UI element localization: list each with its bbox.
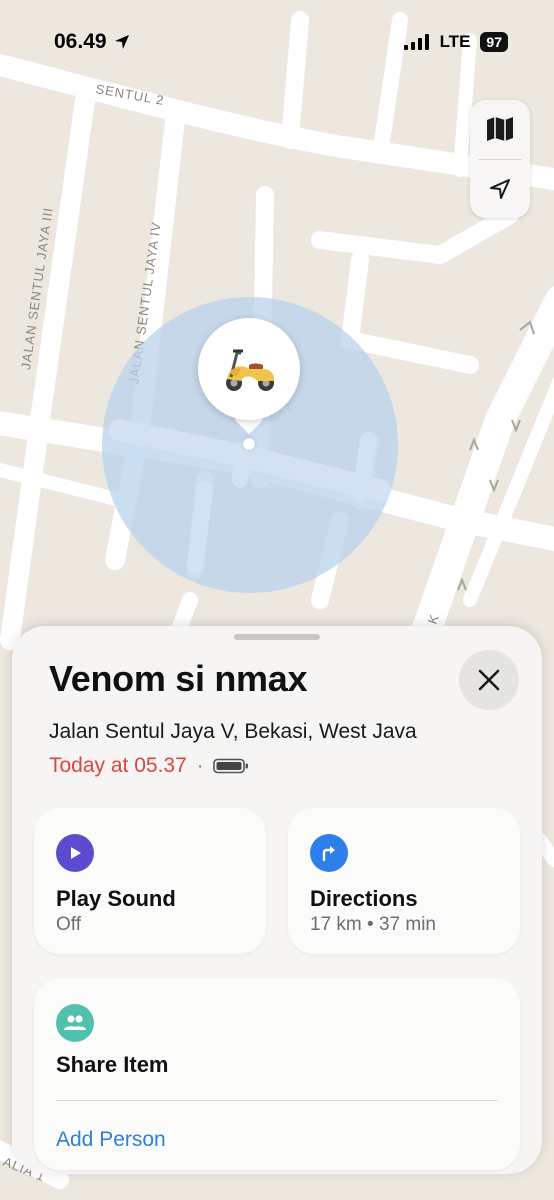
location-arrow-icon xyxy=(490,179,510,199)
play-sound-card[interactable]: Play Sound Off xyxy=(34,808,266,954)
play-sound-status: Off xyxy=(56,914,81,935)
signal-icon xyxy=(403,34,429,50)
people-icon xyxy=(64,1015,86,1030)
status-bar: 06.49 LTE 97 xyxy=(0,0,554,80)
item-location-dot xyxy=(243,438,255,450)
play-sound-title: Play Sound xyxy=(56,886,176,911)
last-seen-time: Today at 05.37 xyxy=(49,754,187,777)
directions-distance-time: 17 km • 37 min xyxy=(310,914,436,935)
locate-me-button[interactable] xyxy=(470,160,530,218)
share-divider xyxy=(56,1100,498,1101)
battery-level-icon xyxy=(213,758,249,774)
directions-title: Directions xyxy=(310,886,418,911)
directions-icon-wrap xyxy=(310,834,348,872)
item-title: Venom si nmax xyxy=(49,658,308,699)
map-mode-button[interactable] xyxy=(470,100,530,158)
map-controls xyxy=(470,100,530,218)
close-button[interactable] xyxy=(459,650,519,710)
network-type: LTE xyxy=(439,32,471,51)
share-item-card: Share Item Add Person xyxy=(34,978,520,1170)
scooter-icon xyxy=(226,349,275,391)
item-detail-sheet: Venom si nmax Jalan Sentul Jaya V, Bekas… xyxy=(12,626,542,1174)
status-time-text: 06.49 xyxy=(54,30,107,53)
status-time: 06.49 xyxy=(54,30,131,54)
play-sound-icon-wrap xyxy=(56,834,94,872)
directions-card[interactable]: Directions 17 km • 37 min xyxy=(288,808,520,954)
item-meta: Today at 05.37 · xyxy=(49,754,249,778)
play-icon xyxy=(71,847,81,859)
item-pin[interactable] xyxy=(198,318,300,420)
meta-separator: · xyxy=(196,754,204,777)
status-indicators: LTE 97 xyxy=(403,32,508,52)
close-icon xyxy=(478,669,500,691)
directions-arrow-icon xyxy=(322,846,335,862)
share-icon-wrap xyxy=(56,1004,94,1042)
add-person-button[interactable]: Add Person xyxy=(56,1128,166,1152)
map-icon xyxy=(487,117,513,141)
sheet-grabber[interactable] xyxy=(234,634,320,640)
location-services-icon xyxy=(114,35,129,49)
battery-indicator: 97 xyxy=(480,32,508,52)
share-item-title: Share Item xyxy=(56,1052,169,1077)
item-address: Jalan Sentul Jaya V, Bekasi, West Java xyxy=(49,720,417,743)
